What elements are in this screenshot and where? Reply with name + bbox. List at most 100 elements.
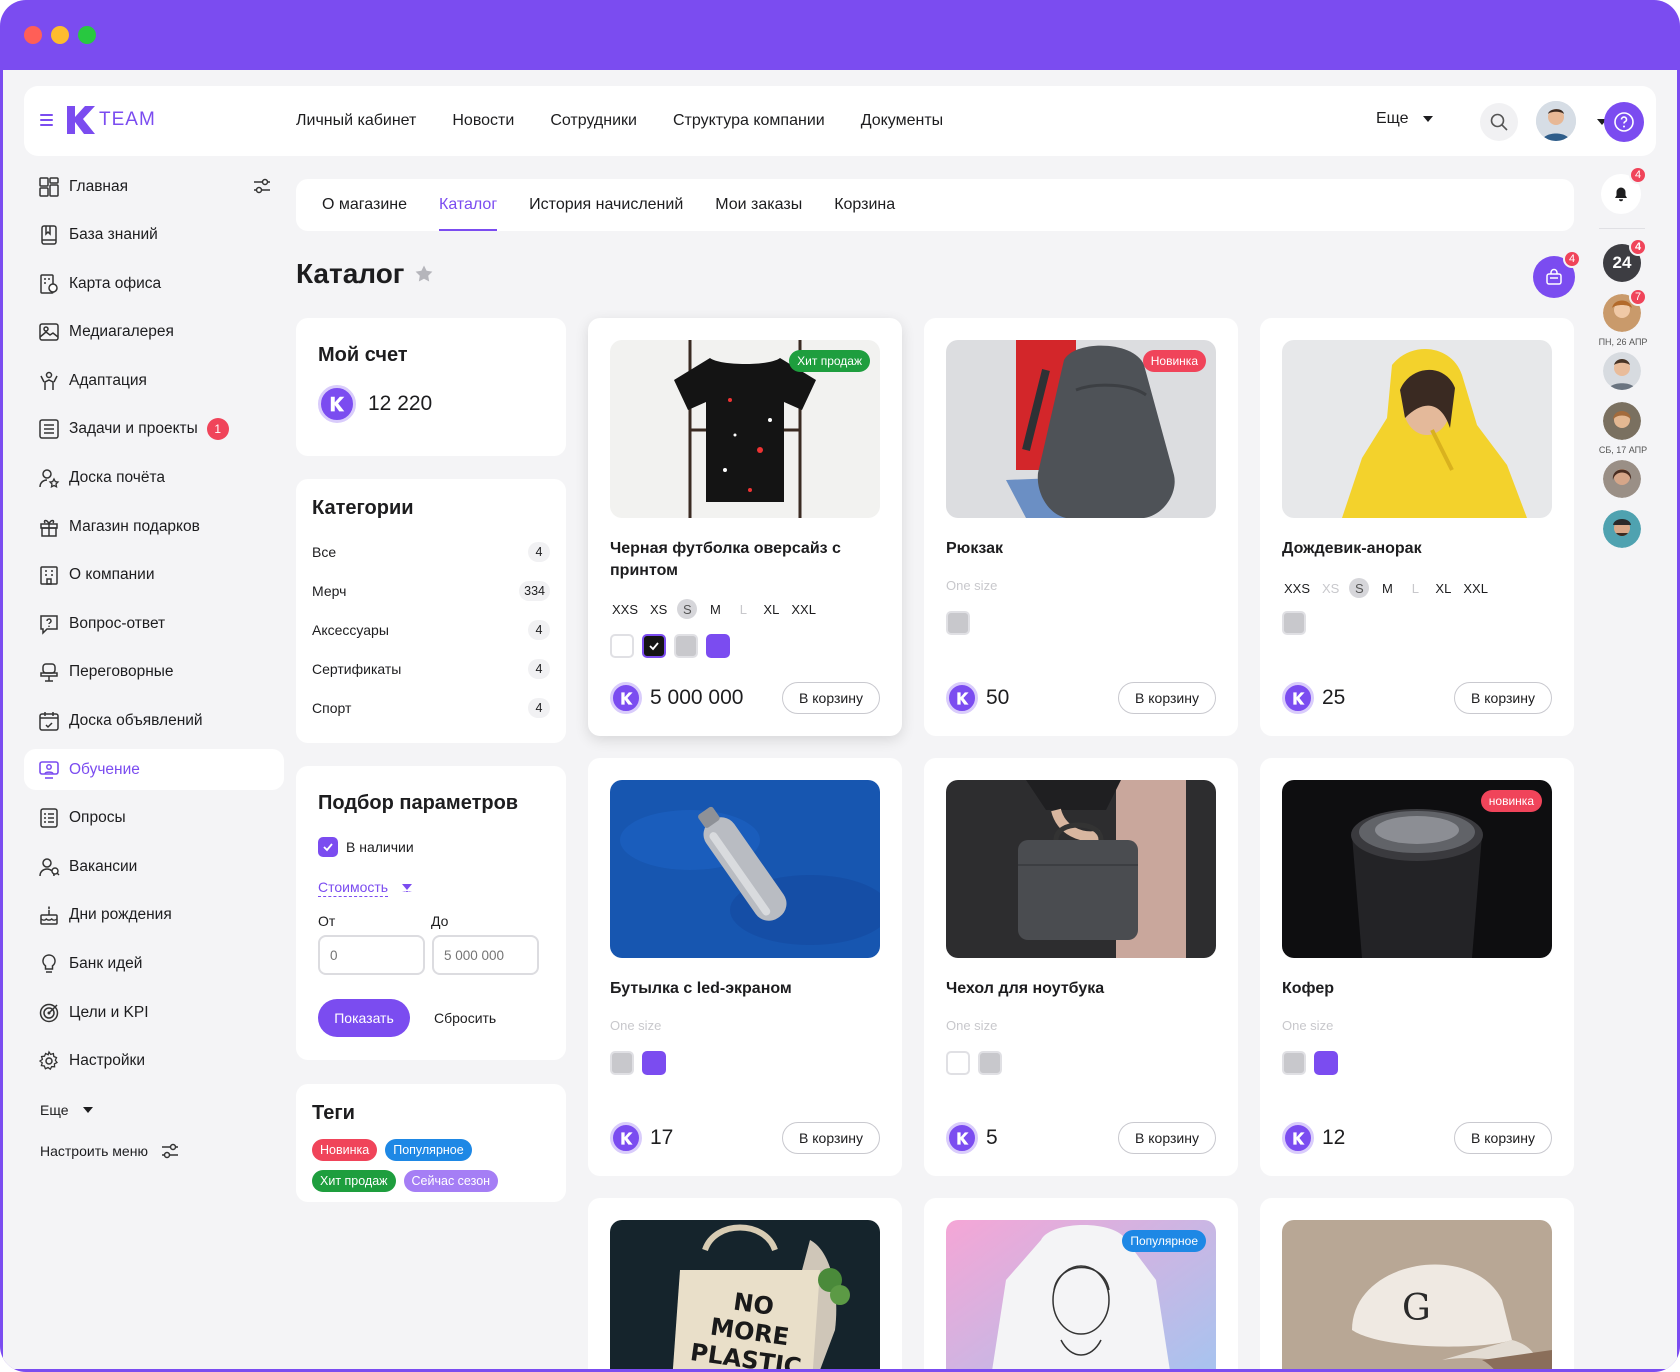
color-swatch-gray[interactable] xyxy=(1282,611,1306,635)
sidebar-item-board[interactable]: Доска объявлений xyxy=(24,701,284,742)
size-option-selected[interactable]: S xyxy=(677,599,698,619)
logo[interactable]: TEAM xyxy=(64,104,156,136)
add-to-cart-button[interactable]: В корзину xyxy=(1118,682,1216,714)
sidebar-item-honor[interactable]: Доска почёта xyxy=(24,458,284,499)
sidebar-configure-button[interactable]: Настроить меню xyxy=(24,1130,284,1171)
sidebar-item-birthdays[interactable]: Дни рождения xyxy=(24,895,284,936)
sidebar-item-home[interactable]: Главная xyxy=(24,166,284,207)
contact-avatar[interactable] xyxy=(1603,510,1641,548)
cost-dropdown[interactable]: Стоимость xyxy=(318,879,544,897)
contact-avatar[interactable] xyxy=(1603,460,1641,498)
minimize-window-button[interactable] xyxy=(51,26,69,44)
add-to-cart-button[interactable]: В корзину xyxy=(782,682,880,714)
product-card[interactable]: Чехол для ноутбука One size 5 В корзину xyxy=(924,758,1238,1176)
tab-about-shop[interactable]: О магазине xyxy=(322,179,407,231)
sidebar-item-faq[interactable]: Вопрос-ответ xyxy=(24,603,284,644)
sidebar-item-adaptation[interactable]: Адаптация xyxy=(24,360,284,401)
sidebar-item-ideas[interactable]: Банк идей xyxy=(24,944,284,985)
show-button[interactable]: Показать xyxy=(318,999,410,1037)
user-avatar[interactable] xyxy=(1536,101,1576,141)
size-option[interactable]: XL xyxy=(1433,581,1453,596)
color-swatch-gray[interactable] xyxy=(978,1051,1002,1075)
add-to-cart-button[interactable]: В корзину xyxy=(1454,682,1552,714)
menu-burger-icon[interactable] xyxy=(40,114,53,126)
chat-24-button[interactable]: 24 4 xyxy=(1603,238,1647,282)
sidebar-more-button[interactable]: Еще xyxy=(24,1089,284,1130)
color-swatch-black-selected[interactable] xyxy=(642,634,666,658)
category-item-all[interactable]: Все 4 xyxy=(312,532,550,571)
size-option[interactable]: M xyxy=(705,602,725,617)
sidebar-item-knowledge[interactable]: База знаний xyxy=(24,215,284,256)
size-option[interactable]: XXS xyxy=(610,602,640,617)
nav-employees[interactable]: Сотрудники xyxy=(550,112,637,130)
help-button[interactable] xyxy=(1604,102,1644,142)
contact-avatar[interactable]: 7 xyxy=(1603,288,1647,332)
sidebar-item-meeting-rooms[interactable]: Переговорные xyxy=(24,652,284,693)
category-item-merch[interactable]: Мерч 334 xyxy=(312,571,550,610)
product-card[interactable]: Новинка Рюкзак One size 50 В корзину xyxy=(924,318,1238,736)
sidebar-item-learning[interactable]: Обучение xyxy=(24,749,284,791)
add-to-cart-button[interactable]: В корзину xyxy=(782,1122,880,1154)
size-option[interactable]: XL xyxy=(761,602,781,617)
size-option[interactable]: XXL xyxy=(1461,581,1490,596)
price-to-input[interactable] xyxy=(432,935,539,975)
nav-cabinet[interactable]: Личный кабинет xyxy=(296,112,416,130)
size-option-selected[interactable]: S xyxy=(1349,578,1370,598)
favorite-star-icon[interactable] xyxy=(414,264,434,284)
product-card[interactable]: G xyxy=(1260,1198,1574,1369)
price-from-input[interactable] xyxy=(318,935,425,975)
cart-bag-button[interactable]: 4 xyxy=(1533,250,1581,298)
color-swatch-purple[interactable] xyxy=(1314,1051,1338,1075)
sidebar-item-settings[interactable]: Настройки xyxy=(24,1041,284,1082)
tag-new[interactable]: Новинка xyxy=(312,1139,378,1161)
category-item-certificates[interactable]: Сертификаты 4 xyxy=(312,649,550,688)
tag-bestseller[interactable]: Хит продаж xyxy=(312,1170,396,1192)
nav-more-dropdown[interactable]: Еще xyxy=(1376,110,1433,128)
tab-cart[interactable]: Корзина xyxy=(834,179,895,231)
sidebar-item-media[interactable]: Медиагалерея xyxy=(24,312,284,353)
size-option[interactable]: XXS xyxy=(1282,581,1312,596)
nav-news[interactable]: Новости xyxy=(452,112,514,130)
color-swatch-gray[interactable] xyxy=(1282,1051,1306,1075)
color-swatch-purple[interactable] xyxy=(706,634,730,658)
search-button[interactable] xyxy=(1480,103,1518,141)
tab-catalog[interactable]: Каталог xyxy=(439,179,498,231)
close-window-button[interactable] xyxy=(24,26,42,44)
color-swatch-white[interactable] xyxy=(610,634,634,658)
add-to-cart-button[interactable]: В корзину xyxy=(1454,1122,1552,1154)
product-card[interactable]: новинка Кофер One size 12 В корзину xyxy=(1260,758,1574,1176)
category-item-accessories[interactable]: Аксессуары 4 xyxy=(312,610,550,649)
product-card[interactable]: Бутылка с led-экраном One size 17 В корз… xyxy=(588,758,902,1176)
color-swatch-gray[interactable] xyxy=(946,611,970,635)
color-swatch-white[interactable] xyxy=(946,1051,970,1075)
in-stock-checkbox[interactable]: В наличии xyxy=(318,837,544,857)
tag-season[interactable]: Сейчас сезон xyxy=(403,1170,499,1192)
add-to-cart-button[interactable]: В корзину xyxy=(1118,1122,1216,1154)
sidebar-item-about[interactable]: О компании xyxy=(24,555,284,596)
sidebar-item-kpi[interactable]: Цели и KPI xyxy=(24,992,284,1033)
reset-button[interactable]: Сбросить xyxy=(434,1010,496,1026)
filter-settings-icon[interactable] xyxy=(252,176,272,196)
color-swatch-gray[interactable] xyxy=(610,1051,634,1075)
notifications-button[interactable]: 4 xyxy=(1601,166,1647,214)
tag-popular[interactable]: Популярное xyxy=(385,1139,472,1161)
color-swatch-gray[interactable] xyxy=(674,634,698,658)
color-swatch-purple[interactable] xyxy=(642,1051,666,1075)
sidebar-item-tasks[interactable]: Задачи и проекты 1 xyxy=(24,409,284,450)
tab-history[interactable]: История начислений xyxy=(529,179,683,231)
nav-documents[interactable]: Документы xyxy=(861,112,943,130)
size-option[interactable]: XS xyxy=(648,602,669,617)
maximize-window-button[interactable] xyxy=(78,26,96,44)
product-card[interactable]: Популярное xyxy=(924,1198,1238,1369)
size-option[interactable]: XXL xyxy=(789,602,818,617)
product-card[interactable]: Хит продаж Черная футболка оверсайз с пр… xyxy=(588,318,902,736)
tab-my-orders[interactable]: Мои заказы xyxy=(715,179,802,231)
contact-avatar[interactable] xyxy=(1603,402,1641,440)
size-option[interactable]: M xyxy=(1377,581,1397,596)
nav-structure[interactable]: Структура компании xyxy=(673,112,825,130)
product-card[interactable]: NO MORE PLASTIC xyxy=(588,1198,902,1369)
product-card[interactable]: Дождевик-анорак XXS XS S M L XL XXL 25 В… xyxy=(1260,318,1574,736)
sidebar-item-vacancies[interactable]: Вакансии xyxy=(24,846,284,887)
sidebar-item-office-map[interactable]: Карта офиса xyxy=(24,263,284,304)
contact-avatar[interactable] xyxy=(1603,352,1641,390)
